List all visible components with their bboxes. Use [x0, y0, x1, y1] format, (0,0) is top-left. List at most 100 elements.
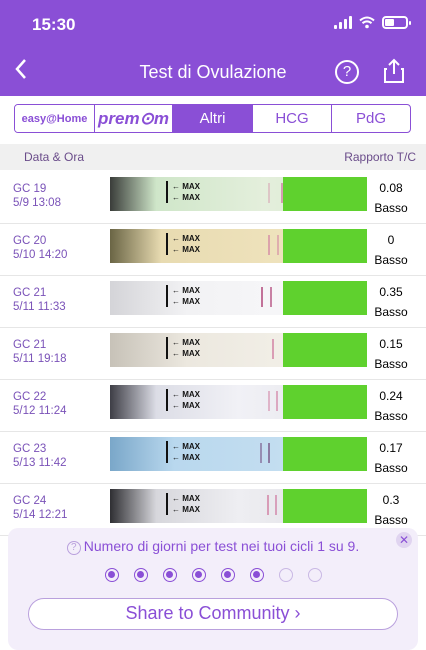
- ratio-value: 0.35: [379, 285, 403, 299]
- share-to-community-button[interactable]: Share to Community ›: [28, 598, 398, 630]
- test-strip-image: ← MAX ← MAX: [110, 385, 367, 419]
- row-datetime: 5/12 11:24: [13, 405, 67, 417]
- status-icons: [334, 16, 411, 29]
- strip-max-label: ← MAX: [172, 390, 200, 399]
- wifi-icon: [359, 16, 375, 29]
- row-ratio: 0.17 Basso: [368, 438, 414, 478]
- ratio-level: Basso: [374, 357, 408, 371]
- signal-icon: [334, 16, 352, 29]
- frequency-text: Numero di giorni per test nei tuoi cicli…: [83, 538, 360, 554]
- strip-max-label: ← MAX: [172, 245, 200, 254]
- progress-dot: [133, 568, 148, 582]
- help-icon[interactable]: ?: [66, 541, 81, 555]
- row-datetime: 5/10 14:20: [13, 249, 68, 261]
- brand-tabs: easy@Home prem⊙m Altri HCG PdG: [14, 104, 411, 133]
- row-datetime: 5/13 11:42: [13, 457, 67, 469]
- battery-icon: [382, 16, 411, 29]
- row-cycle-date: GC 23 5/13 11:42: [13, 442, 67, 470]
- row-ratio: 0.15 Basso: [368, 334, 414, 374]
- ratio-value: 0.15: [379, 337, 403, 351]
- row-ratio: 0.3 Basso: [368, 490, 414, 530]
- table-row[interactable]: GC 22 5/12 11:24 ← MAX ← MAX 0.24 Basso: [0, 380, 426, 432]
- row-cycle-date: GC 21 5/11 19:18: [13, 338, 67, 366]
- tab-pdg[interactable]: PdG: [332, 105, 410, 132]
- row-cycle-date: GC 24 5/14 12:21: [13, 494, 67, 522]
- row-datetime: 5/9 13:08: [13, 197, 61, 209]
- row-cycle: GC 21: [13, 287, 47, 299]
- strip-max-label: ← MAX: [172, 442, 200, 451]
- test-strip-image: ← MAX ← MAX: [110, 177, 367, 211]
- test-strip-image: ← MAX ← MAX: [110, 437, 367, 471]
- column-date: Data & Ora: [24, 150, 85, 164]
- row-cycle: GC 23: [13, 443, 47, 455]
- progress-dot: [104, 568, 119, 582]
- share-icon[interactable]: [382, 58, 406, 84]
- table-row[interactable]: GC 23 5/13 11:42 ← MAX ← MAX 0.17 Basso: [0, 432, 426, 484]
- ratio-level: Basso: [374, 513, 408, 527]
- row-ratio: 0.35 Basso: [368, 282, 414, 322]
- tab-easy-home[interactable]: easy@Home: [15, 105, 95, 132]
- progress-dot: [278, 568, 293, 582]
- table-row[interactable]: GC 21 5/11 19:18 ← MAX ← MAX 0.15 Basso: [0, 328, 426, 380]
- test-strip-image: ← MAX ← MAX: [110, 229, 367, 263]
- strip-max-label: ← MAX: [172, 193, 200, 202]
- row-cycle-date: GC 22 5/12 11:24: [13, 390, 67, 418]
- table-row[interactable]: GC 19 5/9 13:08 ← MAX ← MAX 0.08 Basso: [0, 172, 426, 224]
- test-strip-image: ← MAX ← MAX: [110, 333, 367, 367]
- table-row[interactable]: GC 20 5/10 14:20 ← MAX ← MAX 0 Basso: [0, 224, 426, 276]
- strip-max-label: ← MAX: [172, 297, 200, 306]
- tab-hcg[interactable]: HCG: [253, 105, 332, 132]
- tab-premom[interactable]: prem⊙m: [95, 105, 173, 132]
- ratio-level: Basso: [374, 201, 408, 215]
- progress-dot: [249, 568, 264, 582]
- page-title: Test di Ovulazione: [139, 62, 287, 82]
- ratio-value: 0.24: [379, 389, 403, 403]
- ratio-level: Basso: [374, 461, 408, 475]
- progress-dot: [307, 568, 322, 582]
- row-cycle-date: GC 19 5/9 13:08: [13, 182, 61, 210]
- strip-max-label: ← MAX: [172, 494, 200, 503]
- ratio-value: 0.08: [379, 181, 403, 195]
- frequency-info: ? Numero di giorni per test nei tuoi cicl…: [8, 538, 418, 555]
- row-ratio: 0.08 Basso: [368, 178, 414, 218]
- table-row[interactable]: GC 21 5/11 11:33 ← MAX ← MAX 0.35 Basso: [0, 276, 426, 328]
- ratio-level: Basso: [374, 305, 408, 319]
- strip-max-label: ← MAX: [172, 505, 200, 514]
- progress-dot: [220, 568, 235, 582]
- row-cycle-date: GC 21 5/11 11:33: [13, 286, 66, 314]
- status-time: 15:30: [32, 15, 76, 34]
- row-cycle: GC 19: [13, 183, 47, 195]
- test-strip-image: ← MAX ← MAX: [110, 489, 367, 523]
- strip-max-label: ← MAX: [172, 338, 200, 347]
- progress-dots: [8, 568, 418, 582]
- strip-max-label: ← MAX: [172, 234, 200, 243]
- row-cycle: GC 22: [13, 391, 47, 403]
- row-cycle: GC 20: [13, 235, 47, 247]
- test-frequency-panel: ✕ ? Numero di giorni per test nei tuoi ci…: [8, 528, 418, 650]
- ratio-value: 0: [387, 233, 395, 247]
- progress-dot: [191, 568, 206, 582]
- row-cycle-date: GC 20 5/10 14:20: [13, 234, 67, 262]
- header-bar: 15:30 Test di Ovulazione ?: [0, 0, 426, 96]
- row-datetime: 5/11 19:18: [13, 353, 67, 365]
- row-datetime: 5/11 11:33: [13, 301, 66, 313]
- column-ratio: Rapporto T/C: [344, 150, 416, 164]
- row-ratio: 0 Basso: [368, 230, 414, 270]
- row-cycle: GC 24: [13, 495, 47, 507]
- ratio-value: 0.3: [382, 493, 400, 507]
- strip-max-label: ← MAX: [172, 286, 200, 295]
- strip-max-label: ← MAX: [172, 349, 200, 358]
- test-strip-image: ← MAX ← MAX: [110, 281, 367, 315]
- ratio-level: Basso: [374, 253, 408, 267]
- row-cycle: GC 21: [13, 339, 47, 351]
- row-datetime: 5/14 12:21: [13, 509, 68, 521]
- strip-max-label: ← MAX: [172, 182, 200, 191]
- ratio-level: Basso: [374, 409, 408, 423]
- progress-dot: [162, 568, 177, 582]
- help-icon[interactable]: ?: [335, 60, 359, 84]
- strip-max-label: ← MAX: [172, 453, 200, 462]
- column-header: Data & Ora Rapporto T/C: [0, 144, 426, 170]
- tab-altri[interactable]: Altri: [173, 105, 253, 132]
- strip-max-label: ← MAX: [172, 401, 200, 410]
- ratio-value: 0.17: [379, 441, 403, 455]
